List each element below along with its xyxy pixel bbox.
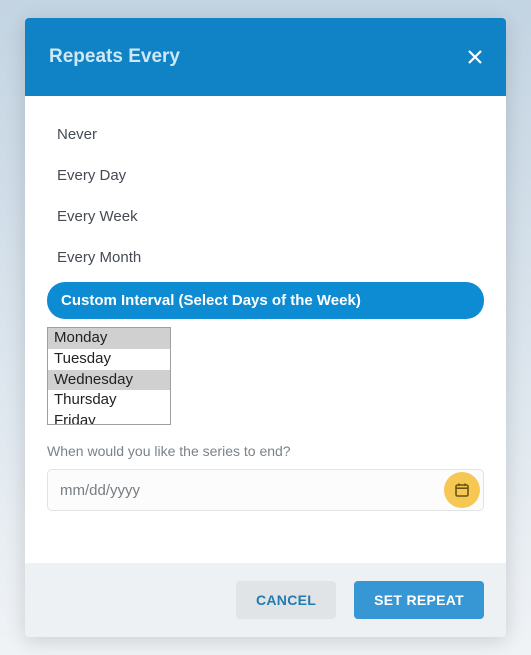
option-custom-interval[interactable]: Custom Interval (Select Days of the Week… [47,282,484,319]
repeats-modal: Repeats Every Never Every Day Every Week… [25,18,506,637]
end-date-placeholder: mm/dd/yyyy [60,482,140,499]
day-thursday[interactable]: Thursday [48,390,170,411]
modal-title: Repeats Every [49,46,180,68]
cancel-button[interactable]: CANCEL [236,581,336,619]
end-date-row: mm/dd/yyyy [47,469,484,511]
option-every-day[interactable]: Every Day [47,155,484,196]
option-every-week[interactable]: Every Week [47,196,484,237]
close-button[interactable] [462,44,488,70]
modal-header: Repeats Every [25,18,506,96]
close-icon [466,48,484,66]
end-date-label: When would you like the series to end? [47,443,484,459]
day-wednesday[interactable]: Wednesday [48,370,170,391]
end-date-input[interactable]: mm/dd/yyyy [47,469,484,511]
modal-footer: CANCEL SET REPEAT [25,563,506,637]
modal-body: Never Every Day Every Week Every Month C… [25,96,506,563]
calendar-icon [454,482,470,498]
option-never[interactable]: Never [47,114,484,155]
day-friday[interactable]: Friday [48,411,170,425]
day-multiselect[interactable]: Monday Tuesday Wednesday Thursday Friday… [47,327,171,425]
option-every-month[interactable]: Every Month [47,237,484,278]
set-repeat-button[interactable]: SET REPEAT [354,581,484,619]
day-monday[interactable]: Monday [48,328,170,349]
day-tuesday[interactable]: Tuesday [48,349,170,370]
open-calendar-button[interactable] [444,472,480,508]
